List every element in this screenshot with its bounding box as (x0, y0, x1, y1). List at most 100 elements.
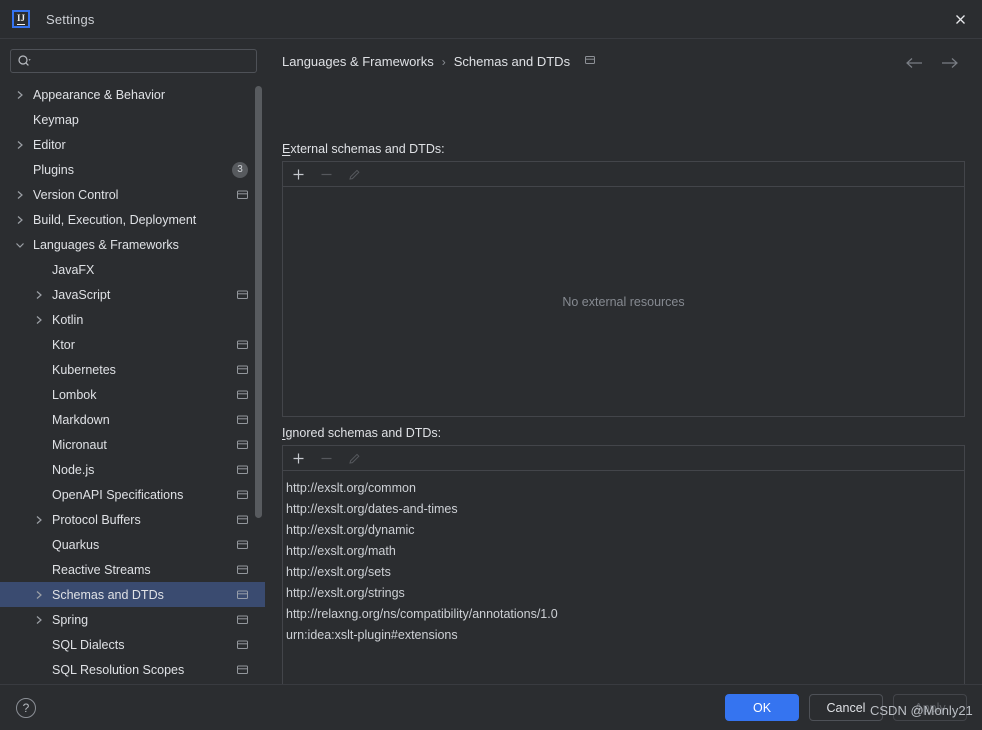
module-icon (236, 538, 249, 551)
sidebar-item-label: JavaFX (52, 262, 95, 277)
sidebar-item-reactive-streams[interactable]: Reactive Streams (0, 557, 265, 582)
breadcrumb-root[interactable]: Languages & Frameworks (282, 54, 434, 69)
close-icon[interactable] (944, 4, 976, 34)
remove-icon (318, 166, 335, 183)
settings-main-panel: Languages & Frameworks › Schemas and DTD… (265, 39, 982, 703)
sidebar-item-openapi-specifications[interactable]: OpenAPI Specifications (0, 482, 265, 507)
sidebar-item-protocol-buffers[interactable]: Protocol Buffers (0, 507, 265, 532)
module-icon (236, 513, 249, 526)
module-icon (236, 613, 249, 626)
arrow-left-icon[interactable] (904, 56, 924, 74)
sidebar-item-spring[interactable]: Spring (0, 607, 265, 632)
sidebar-item-kubernetes[interactable]: Kubernetes (0, 357, 265, 382)
sidebar-item-lombok[interactable]: Lombok (0, 382, 265, 407)
title-bar: IJ Settings (0, 0, 982, 39)
window-title: Settings (46, 11, 95, 27)
sidebar-item-markdown[interactable]: Markdown (0, 407, 265, 432)
help-button[interactable]: ? (16, 698, 36, 718)
list-item[interactable]: urn:idea:xslt-plugin#extensions (285, 625, 964, 646)
chevron-down-icon[interactable] (13, 232, 27, 257)
chevron-right-icon[interactable] (13, 132, 27, 157)
list-item[interactable]: http://exslt.org/sets (285, 562, 964, 583)
list-item[interactable]: http://relaxng.org/ns/compatibility/anno… (285, 604, 964, 625)
search-icon (18, 55, 31, 66)
chevron-right-icon[interactable] (13, 207, 27, 232)
settings-dialog: IJ Settings Appearance & Behavior Keymap E… (0, 0, 982, 730)
breadcrumb-current: Schemas and DTDs (453, 54, 571, 69)
search-input[interactable] (35, 54, 250, 68)
sidebar-item-editor[interactable]: Editor (0, 132, 265, 157)
ignored-schemas-panel: http://exslt.org/common http://exslt.org/… (282, 445, 965, 703)
module-icon (236, 663, 249, 676)
module-icon (236, 288, 249, 301)
settings-tree: Appearance & Behavior Keymap Editor Plugins… (0, 82, 265, 682)
ignored-schemas-toolbar (283, 446, 964, 471)
sidebar-item-sql-dialects[interactable]: SQL Dialects (0, 632, 265, 657)
chevron-right-icon[interactable] (32, 282, 46, 307)
sidebar-item-javafx[interactable]: JavaFX (0, 257, 265, 282)
sidebar-item-label: Languages & Frameworks (33, 237, 179, 252)
sidebar-item-label: Kubernetes (52, 362, 116, 377)
sidebar-item-kotlin[interactable]: Kotlin (0, 307, 265, 332)
sidebar-item-micronaut[interactable]: Micronaut (0, 432, 265, 457)
sidebar-item-quarkus[interactable]: Quarkus (0, 532, 265, 557)
add-icon[interactable] (290, 166, 307, 183)
sidebar-item-label: Protocol Buffers (52, 512, 141, 527)
sidebar-item-keymap[interactable]: Keymap (0, 107, 265, 132)
chevron-right-icon[interactable] (32, 307, 46, 332)
ok-button[interactable]: OK (725, 694, 799, 721)
list-item[interactable]: http://exslt.org/dynamic (285, 520, 964, 541)
sidebar-item-label: Build, Execution, Deployment (33, 212, 197, 227)
external-schemas-empty-text: No external resources (562, 294, 685, 309)
chevron-right-icon[interactable] (32, 607, 46, 632)
sidebar-item-sql-resolution-scopes[interactable]: SQL Resolution Scopes (0, 657, 265, 682)
sidebar-item-label: OpenAPI Specifications (52, 487, 184, 502)
chevron-right-icon[interactable] (32, 582, 46, 607)
chevron-right-icon[interactable] (13, 182, 27, 207)
search-box[interactable] (10, 49, 257, 73)
sidebar-item-schemas-and-dtds[interactable]: Schemas and DTDs (0, 582, 265, 607)
module-icon (236, 188, 249, 201)
sidebar-item-version-control[interactable]: Version Control (0, 182, 265, 207)
list-item[interactable]: http://exslt.org/strings (285, 583, 964, 604)
module-icon (236, 363, 249, 376)
dialog-footer: ? OK Cancel Apply (0, 684, 982, 730)
chevron-right-icon[interactable] (13, 82, 27, 107)
sidebar-item-plugins[interactable]: Plugins 3 (0, 157, 265, 182)
cancel-button[interactable]: Cancel (809, 694, 883, 721)
list-item[interactable]: http://exslt.org/dates-and-times (285, 499, 964, 520)
sidebar-item-javascript[interactable]: JavaScript (0, 282, 265, 307)
add-icon[interactable] (290, 450, 307, 467)
sidebar-item-ktor[interactable]: Ktor (0, 332, 265, 357)
sidebar-item-build-execution-deployment[interactable]: Build, Execution, Deployment (0, 207, 265, 232)
sidebar-item-label: Spring (52, 612, 89, 627)
sidebar-scrollbar[interactable] (255, 86, 262, 518)
ignored-schemas-list[interactable]: http://exslt.org/common http://exslt.org/… (283, 471, 964, 646)
sidebar-item-languages-frameworks[interactable]: Languages & Frameworks (0, 232, 265, 257)
sidebar-item-label: Micronaut (52, 437, 107, 452)
sidebar-item-label: SQL Dialects (52, 637, 125, 652)
list-item[interactable]: http://exslt.org/common (285, 478, 964, 499)
sidebar-item-appearance-behavior[interactable]: Appearance & Behavior (0, 82, 265, 107)
chevron-right-icon[interactable] (32, 507, 46, 532)
sidebar-item-label: Quarkus (52, 537, 100, 552)
module-icon (236, 638, 249, 651)
intellij-logo-text: IJ (16, 12, 25, 25)
module-icon (236, 338, 249, 351)
search-container (0, 39, 265, 79)
edit-icon (346, 450, 363, 467)
sidebar-item-label: Plugins (33, 162, 74, 177)
external-schemas-list[interactable]: No external resources (283, 187, 964, 416)
module-icon (236, 588, 249, 601)
sidebar-item-label: Schemas and DTDs (52, 587, 164, 602)
sidebar-item-label: Ktor (52, 337, 75, 352)
list-item[interactable]: http://exslt.org/math (285, 541, 964, 562)
sidebar-item-node-js[interactable]: Node.js (0, 457, 265, 482)
arrow-right-icon[interactable] (940, 56, 960, 74)
external-schemas-label: External schemas and DTDs: (282, 142, 445, 156)
